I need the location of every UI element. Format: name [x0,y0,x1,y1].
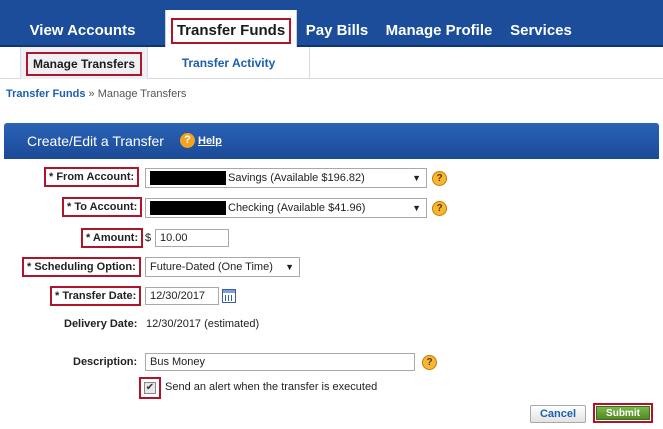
delivery-date-label: Delivery Date: [64,318,138,330]
breadcrumb-separator: » [85,88,98,100]
description-label: Description: [73,356,138,368]
breadcrumb-current: Manage Transfers [97,88,187,100]
submit-button-highlight: Submit [593,403,653,423]
description-input[interactable]: Bus Money [145,353,415,371]
tab-pay-bills[interactable]: Pay Bills [297,14,377,47]
question-circle-icon[interactable]: ? [432,201,447,216]
top-nav: View Accounts Transfer Funds Pay Bills M… [0,0,663,49]
panel-header: Create/Edit a Transfer ? Help [4,123,659,159]
tab-label: Services [510,22,572,39]
tab-view-accounts[interactable]: View Accounts [0,14,165,47]
tab-transfer-funds[interactable]: Transfer Funds [165,10,297,49]
breadcrumb: Transfer Funds » Manage Transfers [6,88,186,100]
submit-button[interactable]: Submit [596,406,650,420]
chevron-down-icon: ▼ [412,203,421,213]
sub-nav: Manage Transfers Transfer Activity [0,47,663,79]
to-account-select[interactable]: Checking (Available $41.96) ▼ [145,198,427,218]
tab-label: Manage Profile [385,22,493,39]
amount-input[interactable]: 10.00 [155,229,229,247]
help-link[interactable]: Help [198,135,222,147]
chevron-down-icon: ▼ [412,173,421,183]
currency-symbol: $ [145,232,152,244]
transfer-date-label: * Transfer Date: [50,286,142,306]
panel-title: Create/Edit a Transfer [27,133,164,149]
alert-checkbox[interactable]: ✔ [144,382,156,394]
subtab-label: Transfer Activity [181,56,276,70]
calendar-icon[interactable] [222,289,236,303]
from-account-select[interactable]: Savings (Available $196.82) ▼ [145,168,427,188]
from-account-value: Savings (Available $196.82) [228,172,365,184]
to-account-value: Checking (Available $41.96) [228,202,366,214]
alert-checkbox-label: Send an alert when the transfer is execu… [165,381,378,393]
cancel-button[interactable]: Cancel [530,405,586,423]
chevron-down-icon: ▼ [285,262,294,272]
tab-label: Pay Bills [305,22,369,39]
redacted-account-number [150,171,226,186]
transfer-date-input[interactable]: 12/30/2017 [145,287,219,305]
alert-checkbox-highlight: ✔ [139,377,161,399]
amount-label: * Amount: [81,228,144,248]
redacted-account-number [150,201,226,216]
from-account-label: * From Account: [44,167,140,187]
subtab-label: Manage Transfers [25,52,143,76]
tab-manage-profile[interactable]: Manage Profile [377,14,501,47]
checkmark-icon: ✔ [145,382,155,393]
scheduling-option-label: * Scheduling Option: [22,257,141,277]
question-circle-icon[interactable]: ? [180,133,195,148]
breadcrumb-parent-link[interactable]: Transfer Funds [6,88,85,100]
tab-label: Transfer Funds [170,18,292,44]
subtab-transfer-activity[interactable]: Transfer Activity [148,47,310,79]
scheduling-option-value: Future-Dated (One Time) [150,261,273,273]
question-circle-icon[interactable]: ? [422,355,437,370]
delivery-date-value: 12/30/2017 (estimated) [146,318,260,330]
to-account-label: * To Account: [62,197,143,217]
question-circle-icon[interactable]: ? [432,171,447,186]
tab-label: View Accounts [29,22,136,39]
subtab-manage-transfers[interactable]: Manage Transfers [20,47,148,79]
scheduling-option-select[interactable]: Future-Dated (One Time) ▼ [145,257,300,277]
tab-services[interactable]: Services [501,14,581,47]
